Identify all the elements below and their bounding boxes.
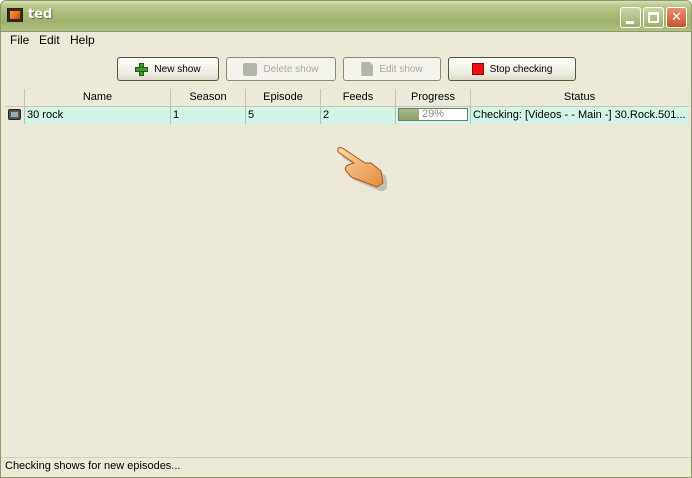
column-header-icon[interactable] xyxy=(5,89,25,106)
row-icon-cell xyxy=(5,107,25,124)
stop-icon xyxy=(471,63,484,75)
menu-edit[interactable]: Edit xyxy=(39,33,60,47)
toolbar: New show Delete show Edit show Stop chec… xyxy=(1,53,691,87)
delete-show-button[interactable]: Delete show xyxy=(226,57,336,81)
delete-show-label: Delete show xyxy=(263,63,319,75)
column-header-episode[interactable]: Episode xyxy=(246,89,321,106)
close-icon: ✕ xyxy=(671,10,682,25)
close-button[interactable]: ✕ xyxy=(666,7,687,28)
status-text: Checking shows for new episodes... xyxy=(5,460,181,472)
row-progress-cell: 29% xyxy=(396,107,471,124)
edit-show-button[interactable]: Edit show xyxy=(343,57,441,81)
app-window: ted ✕ File Edit Help New show Delete sho… xyxy=(0,0,692,478)
row-feeds: 2 xyxy=(321,107,396,124)
ted-app-icon xyxy=(7,8,23,22)
minimize-icon xyxy=(626,21,634,24)
hand-pointer-icon xyxy=(337,147,387,191)
add-icon xyxy=(135,62,149,76)
menu-help[interactable]: Help xyxy=(70,33,95,47)
row-status: Checking: [Videos - - Main -] 30.Rock.50… xyxy=(473,109,686,121)
menu-file[interactable]: File xyxy=(10,33,29,47)
table-header: Name Season Episode Feeds Progress Statu… xyxy=(5,89,689,107)
column-header-progress[interactable]: Progress xyxy=(396,89,471,106)
progress-label: 29% xyxy=(421,108,445,120)
row-name: 30 rock xyxy=(25,107,171,124)
title-bar[interactable]: ted ✕ xyxy=(1,1,691,32)
delete-puzzle-icon xyxy=(243,62,258,76)
new-show-label: New show xyxy=(154,63,201,75)
stop-checking-button[interactable]: Stop checking xyxy=(448,57,576,81)
column-header-feeds[interactable]: Feeds xyxy=(321,89,396,106)
tv-show-icon xyxy=(8,109,21,120)
edit-show-label: Edit show xyxy=(379,63,423,75)
progress-bar: 29% xyxy=(398,108,468,121)
maximize-button[interactable] xyxy=(643,7,664,28)
minimize-button[interactable] xyxy=(620,7,641,28)
row-episode: 5 xyxy=(246,107,321,124)
column-header-name[interactable]: Name xyxy=(25,89,171,106)
stop-checking-label: Stop checking xyxy=(489,63,553,75)
window-title: ted xyxy=(28,7,53,22)
table-row[interactable]: 30 rock 1 5 2 29% Checking: [Videos - - … xyxy=(5,107,689,124)
column-header-season[interactable]: Season xyxy=(171,89,246,106)
maximize-icon xyxy=(648,12,659,23)
menu-bar: File Edit Help xyxy=(1,31,691,50)
row-season: 1 xyxy=(171,107,246,124)
status-bar: Checking shows for new episodes... xyxy=(1,457,691,477)
new-show-button[interactable]: New show xyxy=(117,57,219,81)
column-header-status[interactable]: Status xyxy=(471,89,688,106)
edit-document-icon xyxy=(361,62,374,76)
